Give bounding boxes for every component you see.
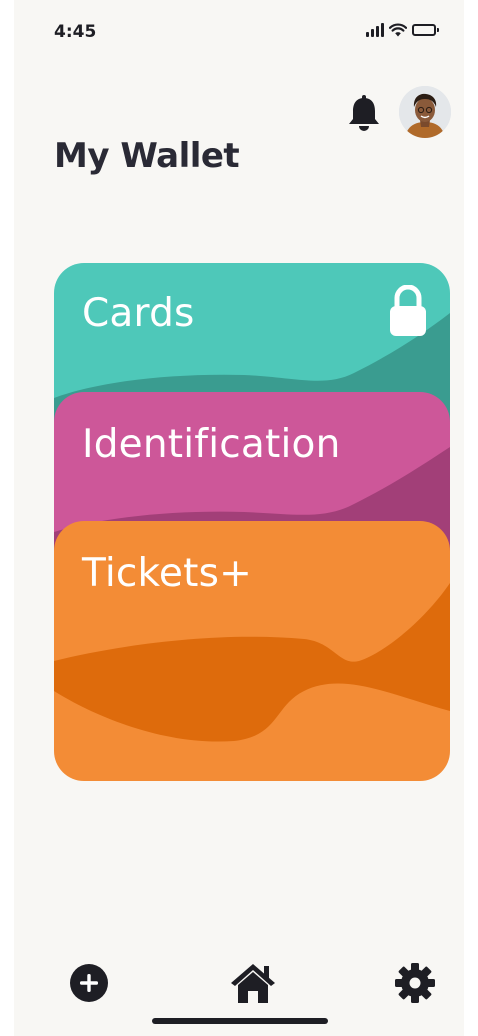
home-icon — [231, 964, 275, 1003]
settings-button[interactable] — [390, 958, 440, 1008]
status-time: 4:45 — [54, 22, 97, 42]
gear-icon — [395, 963, 435, 1003]
page-title: My Wallet — [54, 136, 240, 176]
status-icons — [366, 23, 439, 37]
home-button[interactable] — [228, 958, 278, 1008]
battery-icon — [412, 24, 439, 36]
phone-screen: 4:45 My Wallet Cards Identification Tick… — [14, 0, 464, 1036]
add-button[interactable] — [64, 958, 114, 1008]
home-indicator — [152, 1018, 328, 1024]
wallet-card-tickets[interactable]: Tickets+ — [54, 521, 450, 781]
wifi-icon — [389, 23, 407, 37]
card-label: Identification — [82, 422, 341, 467]
bottom-nav — [14, 958, 464, 1018]
user-avatar-image — [399, 86, 451, 138]
lock-icon — [390, 285, 426, 336]
status-bar: 4:45 — [14, 18, 464, 46]
bell-icon — [349, 95, 379, 131]
cellular-signal-icon — [366, 23, 384, 37]
plus-circle-icon — [70, 964, 108, 1002]
card-label: Cards — [82, 291, 195, 336]
notification-button[interactable] — [344, 92, 384, 134]
card-label: Tickets+ — [82, 551, 252, 596]
avatar[interactable] — [399, 86, 451, 138]
